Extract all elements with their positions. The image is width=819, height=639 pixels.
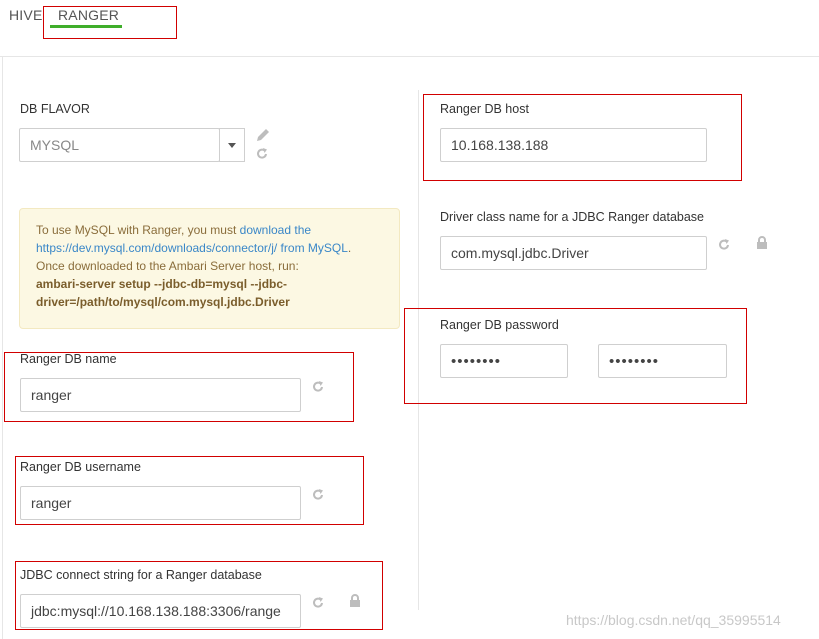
lock-icon	[755, 236, 769, 252]
notice-period: .	[347, 241, 352, 255]
tab-content-top-border	[0, 56, 819, 57]
refresh-icon[interactable]	[255, 147, 269, 163]
highlight-box-db-password	[404, 308, 747, 404]
dropdown-caret-icon	[228, 142, 236, 148]
highlight-box-db-username	[15, 456, 364, 525]
highlight-box-tab	[43, 6, 177, 39]
highlight-box-db-host	[423, 94, 742, 181]
panel-left-border	[2, 56, 3, 639]
notice-instruction: Once downloaded to the Ambari Server hos…	[36, 259, 299, 273]
db-flavor-select[interactable]: MYSQL	[19, 128, 220, 162]
watermark: https://blog.csdn.net/qq_35995514	[566, 612, 781, 628]
db-flavor-label: DB FLAVOR	[20, 102, 90, 116]
tab-hive[interactable]: HIVE	[9, 7, 42, 23]
notice-command: ambari-server setup --jdbc-db=mysql --jd…	[36, 277, 290, 309]
db-flavor-dropdown-button[interactable]	[219, 128, 245, 162]
edit-icon[interactable]	[255, 127, 271, 145]
highlight-box-jdbc-connect	[15, 561, 383, 630]
highlight-box-db-name	[4, 352, 354, 422]
notice-text: To use MySQL with Ranger, you must	[36, 223, 240, 237]
driver-class-input[interactable]: com.mysql.jdbc.Driver	[440, 236, 707, 270]
driver-class-label: Driver class name for a JDBC Ranger data…	[440, 210, 705, 224]
refresh-icon[interactable]	[717, 238, 731, 254]
mysql-driver-notice: To use MySQL with Ranger, you must downl…	[19, 208, 400, 329]
